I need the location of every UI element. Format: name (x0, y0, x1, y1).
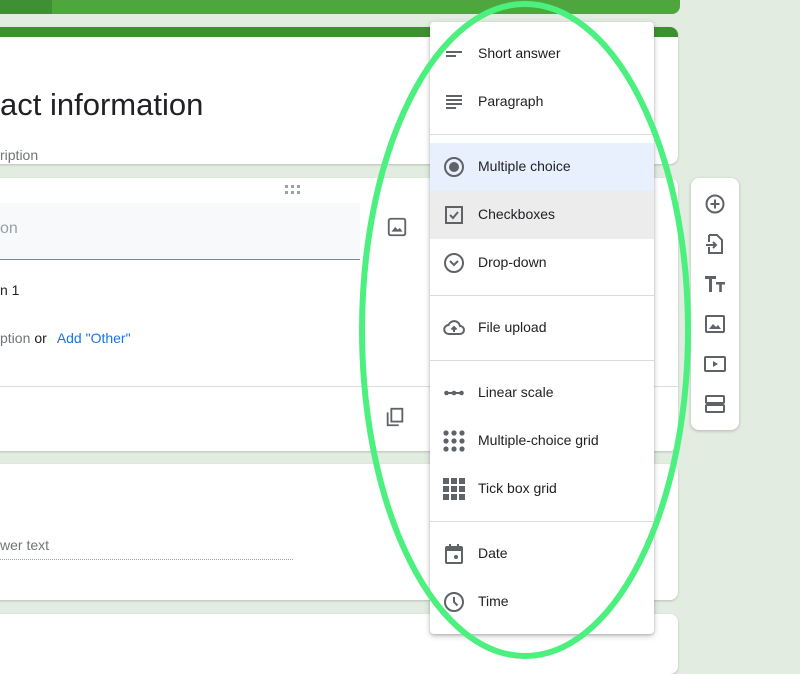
cloud-upload-icon (443, 320, 465, 335)
section-title[interactable]: act information (0, 87, 203, 123)
short-answer-underline (0, 559, 293, 560)
dropdown-circle-icon (444, 253, 464, 273)
menu-item-label: Time (478, 593, 509, 609)
question-title-input[interactable]: on (0, 203, 360, 260)
header-banner-accent (0, 0, 52, 14)
menu-item-drop-down[interactable]: Drop-down (430, 239, 654, 287)
menu-item-file-upload[interactable]: File upload (430, 304, 654, 352)
checkbox-icon (445, 206, 463, 224)
menu-item-label: Drop-down (478, 254, 547, 270)
menu-divider (430, 360, 654, 361)
square-grid-icon (443, 478, 465, 500)
section-icon[interactable] (703, 392, 727, 416)
calendar-icon (445, 544, 463, 564)
menu-divider (430, 521, 654, 522)
floating-toolbar (691, 178, 739, 430)
linear-scale-icon (444, 390, 464, 396)
menu-item-label: Tick box grid (478, 480, 557, 496)
menu-item-linear-scale[interactable]: Linear scale (430, 369, 654, 417)
video-icon[interactable] (703, 352, 727, 376)
add-option-placeholder[interactable]: ption (0, 330, 30, 346)
paragraph-icon (446, 95, 462, 109)
menu-item-short-answer[interactable]: Short answer (430, 30, 654, 78)
duplicate-icon[interactable] (384, 406, 406, 428)
short-text-icon (446, 51, 462, 57)
menu-item-multiple-choice[interactable]: Multiple choice (430, 143, 654, 191)
add-image-icon[interactable] (386, 216, 408, 238)
short-answer-placeholder: wer text (0, 537, 50, 553)
import-icon[interactable] (703, 232, 727, 256)
menu-item-multiple-choice-grid[interactable]: Multiple-choice grid (430, 417, 654, 465)
dot-grid-icon (443, 430, 465, 452)
question-title-placeholder: on (0, 220, 18, 237)
add-circle-icon[interactable] (703, 192, 727, 216)
clock-icon (444, 592, 464, 612)
menu-item-paragraph[interactable]: Paragraph (430, 78, 654, 126)
section-description[interactable]: ription (0, 147, 38, 163)
menu-item-label: Multiple choice (478, 158, 571, 174)
menu-item-date[interactable]: Date (430, 530, 654, 578)
menu-item-label: Short answer (478, 45, 561, 61)
menu-divider (430, 134, 654, 135)
add-option-row: ption or Add "Other" (0, 330, 131, 346)
menu-item-label: Paragraph (478, 93, 544, 109)
menu-divider (430, 295, 654, 296)
title-text-icon[interactable] (703, 272, 727, 296)
menu-item-tick-box-grid[interactable]: Tick box grid (430, 465, 654, 513)
drag-handle-icon[interactable] (285, 185, 301, 195)
menu-item-label: Date (478, 545, 508, 561)
add-other-link[interactable]: Add "Other" (57, 330, 131, 346)
menu-item-checkboxes[interactable]: Checkboxes (430, 191, 654, 239)
image-icon[interactable] (703, 312, 727, 336)
or-label: or (34, 330, 47, 346)
menu-item-time[interactable]: Time (430, 578, 654, 626)
radio-button-icon (444, 157, 464, 177)
menu-item-label: Checkboxes (478, 206, 556, 222)
menu-item-label: Linear scale (478, 384, 554, 400)
header-banner (0, 0, 680, 14)
menu-item-label: Multiple-choice grid (478, 432, 599, 448)
question-type-menu: Short answer Paragraph Multiple choice C… (430, 22, 654, 634)
menu-item-label: File upload (478, 319, 547, 335)
option-1-text[interactable]: n 1 (0, 282, 19, 298)
